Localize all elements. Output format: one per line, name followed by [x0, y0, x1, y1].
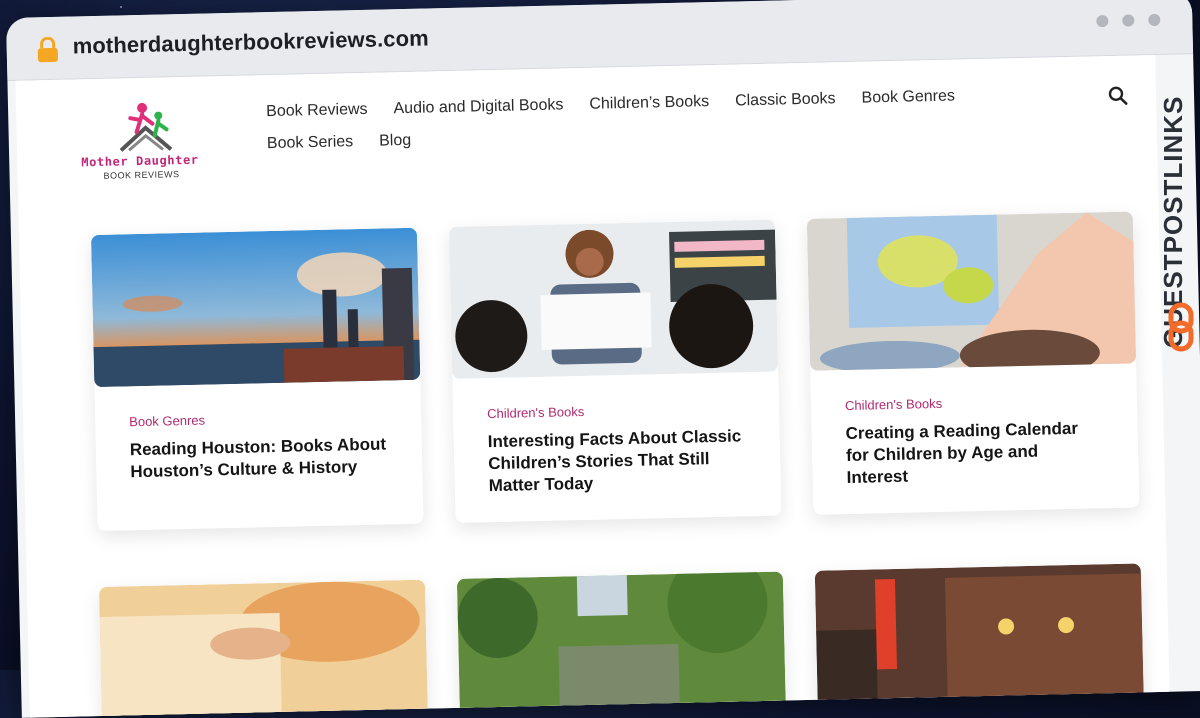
lock-icon	[37, 36, 58, 63]
card-title[interactable]: Creating a Reading Calendar for Children…	[845, 417, 1104, 489]
window-controls	[1096, 13, 1161, 28]
card-image-open-book[interactable]	[98, 579, 429, 718]
main-navigation: Book Reviews Audio and Digital Books Chi…	[266, 87, 987, 167]
nav-blog[interactable]: Blog	[379, 132, 411, 151]
article-card[interactable]: Children's Books Interesting Facts About…	[448, 219, 782, 523]
logo-figures-icon	[119, 102, 173, 152]
card-category[interactable]: Children's Books	[487, 400, 745, 421]
nav-book-series[interactable]: Book Series	[267, 133, 354, 153]
logo-subtitle: BOOK REVIEWS	[103, 169, 180, 181]
window-dot[interactable]	[1148, 13, 1161, 27]
card-category[interactable]: Children's Books	[845, 392, 1103, 413]
web-page: Mother Daughter BOOK REVIEWS Book Review…	[15, 54, 1170, 718]
card-image-storytime[interactable]	[448, 219, 779, 379]
window-dot[interactable]	[1096, 14, 1109, 28]
card-image-houston-sunset[interactable]	[90, 227, 421, 388]
nav-childrens-books[interactable]: Children’s Books	[589, 93, 709, 114]
nav-row: Book Reviews Audio and Digital Books Chi…	[266, 87, 986, 121]
article-card[interactable]: Children's Books Creating a Reading Cale…	[806, 211, 1140, 515]
article-card[interactable]	[456, 571, 787, 718]
article-card[interactable]	[814, 563, 1145, 718]
logo-title: Mother Daughter	[81, 152, 199, 170]
window-dot[interactable]	[1122, 14, 1135, 27]
browser-window: motherdaughterbookreviews.com Mother Dau…	[6, 0, 1200, 718]
card-image-park[interactable]	[456, 571, 787, 718]
article-card[interactable]: Book Genres Reading Houston: Books About…	[90, 227, 424, 532]
site-logo[interactable]: Mother Daughter BOOK REVIEWS	[80, 96, 212, 187]
card-image-theater[interactable]	[814, 563, 1145, 718]
card-title[interactable]: Interesting Facts About Classic Children…	[487, 425, 746, 497]
nav-row: Book Series Blog	[267, 119, 987, 153]
nav-book-genres[interactable]: Book Genres	[861, 87, 955, 107]
card-category[interactable]: Book Genres	[129, 408, 387, 430]
card-title[interactable]: Reading Houston: Books About Houston’s C…	[130, 433, 389, 483]
article-card[interactable]	[98, 579, 429, 718]
card-body: Children's Books Interesting Facts About…	[452, 372, 781, 535]
card-image-child-reading[interactable]	[806, 211, 1137, 371]
nav-classic-books[interactable]: Classic Books	[735, 90, 836, 110]
search-icon[interactable]	[1108, 86, 1128, 106]
card-body: Children's Books Creating a Reading Cale…	[810, 363, 1139, 526]
nav-book-reviews[interactable]: Book Reviews	[266, 101, 368, 121]
link-icon	[1168, 302, 1194, 352]
card-body: Book Genres Reading Houston: Books About…	[94, 380, 423, 521]
url-text[interactable]: motherdaughterbookreviews.com	[72, 25, 429, 59]
nav-audio-digital-books[interactable]: Audio and Digital Books	[393, 96, 563, 118]
